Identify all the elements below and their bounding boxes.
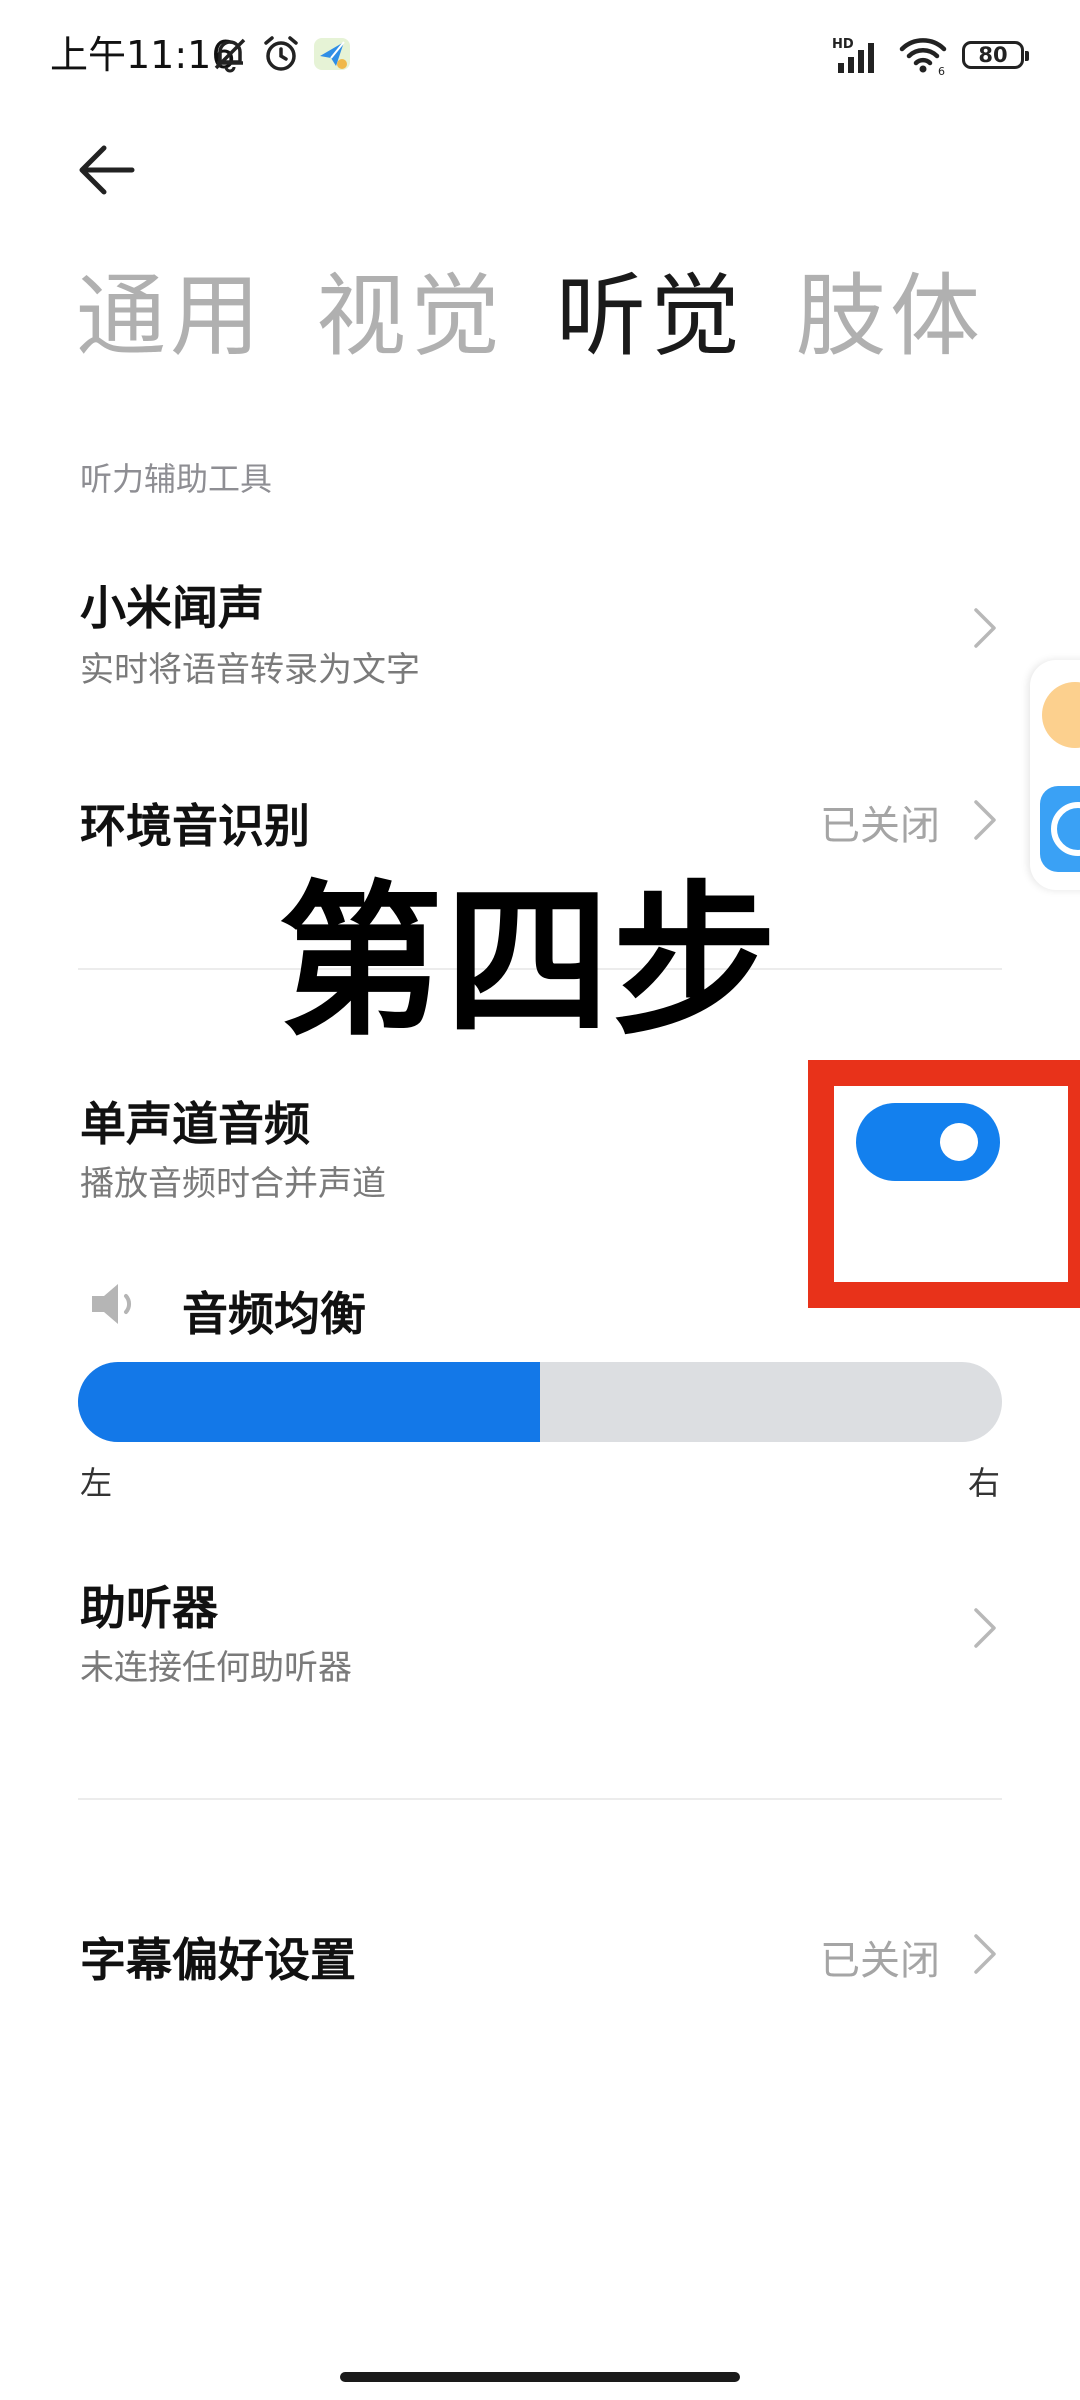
- xiaomi-voice-subtitle: 实时将语音转录为文字: [80, 650, 420, 690]
- floating-app-dock[interactable]: [1030, 660, 1080, 890]
- hearing-aid-title: 助听器: [80, 1581, 218, 1635]
- audio-balance-slider[interactable]: [78, 1362, 1002, 1442]
- mono-audio-subtitle: 播放音频时合并声道: [80, 1164, 386, 1204]
- status-time: 上午11:16: [50, 33, 236, 77]
- ambient-sound-value: 已关闭: [820, 803, 940, 849]
- signal-icon: HD: [832, 37, 874, 73]
- ambient-sound-title: 环境音识别: [80, 799, 310, 853]
- dock-app-icon[interactable]: [1040, 786, 1080, 872]
- wifi-icon: 6: [899, 38, 947, 75]
- balance-left-label: 左: [80, 1464, 113, 1502]
- home-indicator[interactable]: [340, 2372, 740, 2382]
- tab-physical[interactable]: 肢体: [796, 262, 984, 372]
- balance-fill: [78, 1362, 540, 1442]
- tab-vision[interactable]: 视觉: [316, 262, 504, 372]
- chevron-right-icon: [974, 1934, 996, 1974]
- caption-prefs-value: 已关闭: [820, 1938, 940, 1984]
- battery-level: 80: [978, 43, 1008, 67]
- balance-right-label: 右: [968, 1464, 1001, 1502]
- speaker-icon: [92, 1284, 131, 1324]
- hearing-aid-subtitle: 未连接任何助听器: [80, 1648, 352, 1688]
- chevron-right-icon: [974, 1608, 996, 1648]
- mono-audio-title: 单声道音频: [80, 1097, 310, 1151]
- highlight-box: [808, 1060, 1080, 1308]
- divider: [78, 1798, 1002, 1800]
- svg-text:HD: HD: [832, 37, 854, 52]
- tab-hearing[interactable]: 听觉: [556, 262, 744, 372]
- mute-bell-icon: [214, 38, 246, 73]
- alarm-icon: [264, 36, 298, 71]
- battery-icon: 80: [962, 41, 1029, 69]
- back-arrow-icon: [79, 145, 135, 195]
- status-icons-right: HD 6 80: [832, 30, 1029, 80]
- back-button[interactable]: [70, 135, 150, 205]
- caption-prefs-title: 字幕偏好设置: [80, 1933, 356, 1987]
- app-notification-icon: [314, 38, 350, 70]
- xiaomi-voice-title: 小米闻声: [80, 581, 264, 635]
- app-logo-icon: [1051, 802, 1080, 856]
- status-icons-left: [210, 28, 352, 80]
- category-tabs: 通用 视觉 听觉 肢体: [76, 262, 984, 372]
- svg-text:6: 6: [938, 65, 945, 75]
- step-overlay-text: 第四步: [278, 866, 779, 1058]
- section-title: 听力辅助工具: [80, 460, 273, 498]
- audio-balance-title: 音频均衡: [182, 1287, 366, 1341]
- tab-general[interactable]: 通用: [76, 262, 264, 372]
- chevron-right-icon: [974, 608, 996, 648]
- dock-app-icon[interactable]: [1042, 682, 1080, 748]
- chevron-right-icon: [974, 800, 996, 840]
